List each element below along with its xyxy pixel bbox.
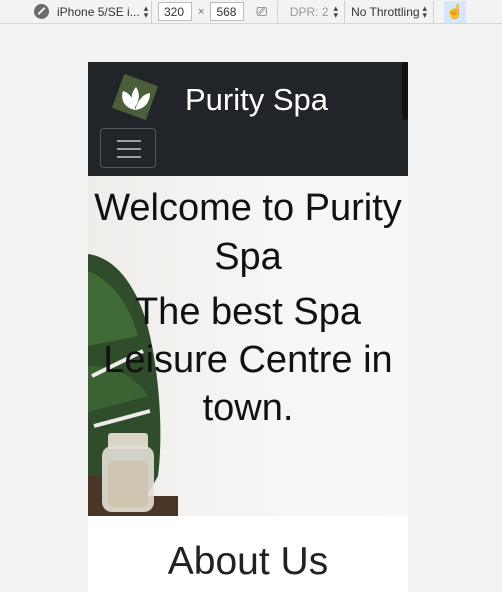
toolbar-divider [276,0,278,23]
dimension-times: × [198,5,205,18]
device-select-label: iPhone 5/SE i... [57,4,140,19]
width-input[interactable]: 320 [158,2,192,21]
device-emulation-icon[interactable] [34,4,49,19]
navbar-toggler-button[interactable] [100,128,156,168]
device-toolbar: iPhone 5/SE i... ▴ ▾ 320 × 568 ⎚ DPR: 2 ▴… [0,0,502,24]
throttling-label: No Throttling [351,4,420,19]
hero-title: Welcome to Purity Spa [94,187,402,278]
throttling-select[interactable]: No Throttling ▴ ▾ [351,2,433,20]
updown-arrows-icon: ▴ ▾ [333,2,339,20]
toolbar-divider [344,0,346,23]
device-select[interactable]: iPhone 5/SE i... ▴ ▾ [57,5,151,19]
toolbar-divider [433,0,435,23]
about-section: About Us [88,516,408,592]
spa-leaf-logo-icon[interactable] [110,74,160,121]
touch-pointer-icon[interactable]: ☝ [444,0,467,23]
dpr-select[interactable]: DPR: 2 ▴ ▾ [289,2,339,20]
updown-arrows-icon: ▴ ▾ [143,4,149,19]
dpr-label: DPR: 2 [289,4,329,19]
hero-subtitle: The best Spa Leisure Centre in town. [103,291,393,429]
hamburger-icon [117,148,141,150]
navbar: Purity Spa [88,62,408,176]
toolbar-divider [151,0,152,23]
emulated-viewport: Purity Spa Welcome to Purity Spa The bes… [88,62,408,592]
scrollbar[interactable] [402,62,408,120]
about-heading: About Us [167,540,329,583]
hamburger-icon [117,156,141,158]
rotate-icon[interactable]: ⎚ [256,4,266,20]
updown-arrows-icon: ▴ ▾ [422,2,428,20]
hero-section: Welcome to Purity Spa The best Spa Leisu… [88,176,408,516]
hamburger-icon [117,140,141,142]
brand-name[interactable]: Purity Spa [185,82,328,118]
height-input[interactable]: 568 [210,2,245,21]
